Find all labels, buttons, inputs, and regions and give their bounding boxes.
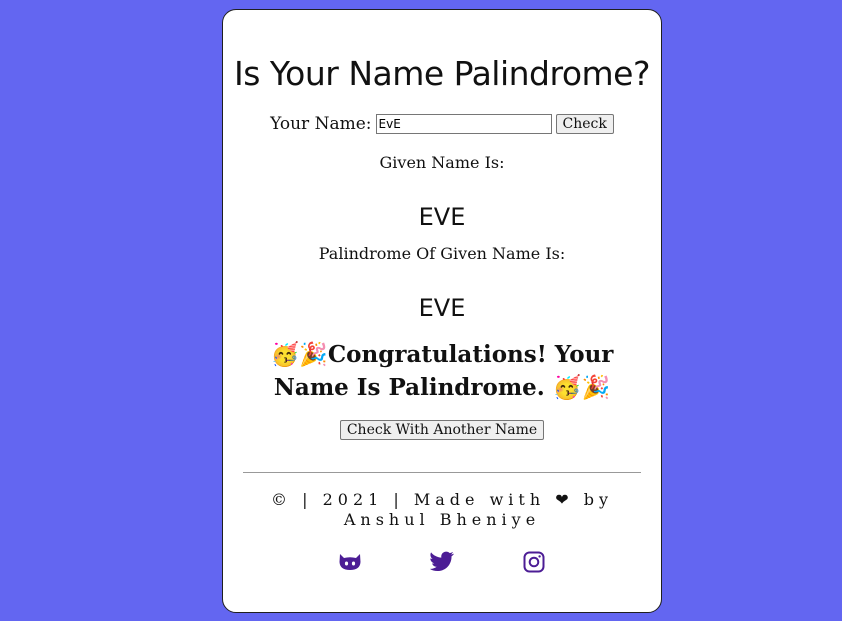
footer-divider [243,472,641,473]
page-title: Is Your Name Palindrome? [233,54,651,93]
name-input[interactable] [375,114,552,134]
congrats-message: 🥳🎉Congratulations! Your Name Is Palindro… [270,341,614,401]
palindrome-value: EVE [418,294,466,322]
social-links [223,550,661,574]
twitter-icon[interactable] [426,550,458,574]
check-button[interactable]: Check [555,114,614,134]
palindrome-label: Palindrome Of Given Name Is: [318,244,566,263]
check-another-button[interactable]: Check With Another Name [339,420,545,440]
github-icon[interactable] [334,550,366,574]
again-row: Check With Another Name [223,419,661,440]
main-card: Is Your Name Palindrome? Your Name: Chec… [222,9,662,613]
footer-credit: © | 2021 | Made with ❤ by Anshul Bheniye [271,490,613,529]
name-label: Your Name: [270,114,372,134]
given-name-label: Given Name Is: [379,153,505,172]
name-form: Your Name: Check [223,114,661,134]
given-name-value: EVE [418,203,466,231]
instagram-icon[interactable] [518,550,550,574]
